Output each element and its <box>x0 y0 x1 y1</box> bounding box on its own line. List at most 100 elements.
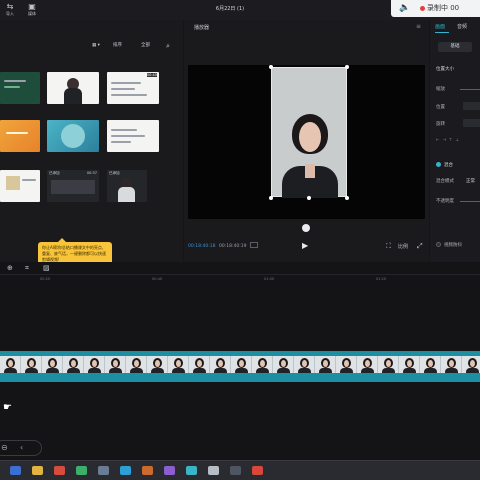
grid-icon[interactable] <box>250 242 258 248</box>
filmstrip-frame <box>462 356 480 373</box>
taskbar-app-icon[interactable] <box>32 466 43 475</box>
media-clip[interactable] <box>107 120 159 152</box>
media-clip[interactable]: 已添加 <box>107 170 147 202</box>
media-clip[interactable]: 已添加 00:37 <box>47 170 99 202</box>
view-toggle-icon[interactable]: ▦ ▾ <box>92 41 100 51</box>
back-icon[interactable]: ‹ <box>20 443 23 452</box>
media-clip[interactable] <box>0 120 40 152</box>
blend-label: 混合 <box>444 163 453 168</box>
taskbar-app-icon[interactable] <box>76 466 87 475</box>
media-clip[interactable] <box>47 120 99 152</box>
resize-handle[interactable] <box>345 65 349 69</box>
filter-button[interactable]: 全部 <box>141 41 150 51</box>
resize-handle[interactable] <box>307 196 311 200</box>
play-icon[interactable]: ▶ <box>302 241 308 250</box>
import-icon: ⇆ <box>6 2 14 11</box>
fit-screen-icon[interactable]: ⛶ <box>386 242 391 251</box>
clip-duration: 00:40 <box>146 73 157 77</box>
filmstrip-frame <box>378 356 399 373</box>
blend-checkbox[interactable] <box>436 162 441 167</box>
stabilize-label: 视频防抖 <box>444 243 462 248</box>
resize-handle[interactable] <box>345 196 349 200</box>
taskbar-app-icon[interactable] <box>98 466 109 475</box>
ruler-label: 01:20 <box>376 277 387 281</box>
video-frame[interactable] <box>271 67 347 198</box>
taskbar-app-icon[interactable] <box>252 466 263 475</box>
position-x-input[interactable] <box>463 102 480 110</box>
fullscreen-icon[interactable]: ⤢ <box>417 242 423 251</box>
scale-slider[interactable] <box>460 89 480 90</box>
ruler-label: 01:00 <box>264 277 275 281</box>
taskbar-app-icon[interactable] <box>186 466 197 475</box>
blend-mode-label: 混合模式 <box>436 179 454 184</box>
media-label: 媒体 <box>28 11 36 16</box>
taskbar-app-icon[interactable] <box>230 466 241 475</box>
taskbar-app-icon[interactable] <box>10 466 21 475</box>
search-icon[interactable]: ⌕ <box>166 41 170 51</box>
resize-handle[interactable] <box>269 65 273 69</box>
tab-picture[interactable]: 画面 <box>435 23 445 30</box>
opacity-label: 不透明度 <box>436 199 454 204</box>
zoom-control[interactable]: ⊖ ‹ <box>0 440 42 456</box>
media-clip[interactable] <box>0 72 40 104</box>
filmstrip-frame <box>42 356 63 373</box>
filmstrip-frame <box>294 356 315 373</box>
import-tool[interactable]: ⇆ 导入 <box>0 3 20 17</box>
video-preview[interactable] <box>188 65 425 219</box>
filmstrip-frame <box>252 356 273 373</box>
align-icons[interactable]: ⊢⊣⊤⊥ <box>436 137 478 143</box>
taskbar <box>0 460 480 480</box>
project-title: 6月22日 (1) <box>215 6 245 12</box>
resize-handle[interactable] <box>269 196 273 200</box>
total-time: 00:18:40:19 <box>219 244 247 249</box>
basic-button[interactable]: 基础 <box>438 42 472 52</box>
crop-icon[interactable]: ⌗ <box>25 264 29 273</box>
stabilize-checkbox[interactable] <box>436 242 441 247</box>
taskbar-app-icon[interactable] <box>54 466 65 475</box>
media-clip[interactable] <box>47 72 99 104</box>
image-icon[interactable]: ▨ <box>43 264 50 272</box>
blend-mode-value[interactable]: 正常 <box>466 178 475 184</box>
video-track[interactable] <box>0 351 480 382</box>
filmstrip-frame <box>231 356 252 373</box>
taskbar-app-icon[interactable] <box>142 466 153 475</box>
rotate-handle-icon[interactable] <box>302 224 310 232</box>
filmstrip-frame <box>21 356 42 373</box>
media-clip[interactable] <box>0 170 40 202</box>
timeline-panel: ⊕ ⌗ ▨ 00:20 00:40 01:00 01:20 ☛ ⊖ ‹ <box>0 262 480 460</box>
ruler-label: 00:20 <box>40 277 51 281</box>
tooltip-text: 你让AI帮你总结口播课文中的亮点、重复、废气话，一键删除都可以快速剪辑视频! <box>42 245 106 262</box>
rotate-label: 旋转 <box>436 122 445 127</box>
player-title: 播放器 <box>194 25 210 31</box>
filmstrip-frame <box>441 356 462 373</box>
recording-label: 录制中 00 <box>427 4 460 12</box>
taskbar-app-icon[interactable] <box>120 466 131 475</box>
opacity-slider[interactable] <box>460 201 480 202</box>
position-label: 位置 <box>436 105 445 110</box>
filmstrip-frame <box>420 356 441 373</box>
ruler-label: 00:40 <box>152 277 163 281</box>
filmstrip-frame <box>399 356 420 373</box>
media-clip[interactable]: 00:40 <box>107 72 159 104</box>
filmstrip-frame <box>84 356 105 373</box>
scale-label: 缩放 <box>436 87 445 92</box>
sort-button[interactable]: 排序 <box>113 41 122 51</box>
recording-indicator[interactable]: 🔈 录制中 00 <box>391 0 480 17</box>
taskbar-app-icon[interactable] <box>164 466 175 475</box>
time-ruler[interactable]: 00:20 00:40 01:00 01:20 <box>0 276 480 284</box>
media-tool[interactable]: ▣ 媒体 <box>22 3 42 17</box>
filmstrip-frame <box>336 356 357 373</box>
position-size-label: 位置大小 <box>436 67 454 72</box>
taskbar-app-icon[interactable] <box>208 466 219 475</box>
menu-icon[interactable]: ≡ <box>416 23 421 30</box>
timeline-toolbar: ⊕ ⌗ ▨ <box>0 262 480 275</box>
clip-added-label: 已添加 <box>109 171 120 175</box>
clip-added-label: 已添加 <box>49 171 60 175</box>
tab-audio[interactable]: 音频 <box>457 23 467 30</box>
filmstrip <box>0 356 480 373</box>
zoom-out-icon[interactable]: ⊖ <box>1 443 8 452</box>
ratio-button[interactable]: 比例 <box>398 243 408 250</box>
filmstrip-frame <box>105 356 126 373</box>
rotate-input[interactable] <box>463 119 480 127</box>
split-icon[interactable]: ⊕ <box>7 264 13 272</box>
